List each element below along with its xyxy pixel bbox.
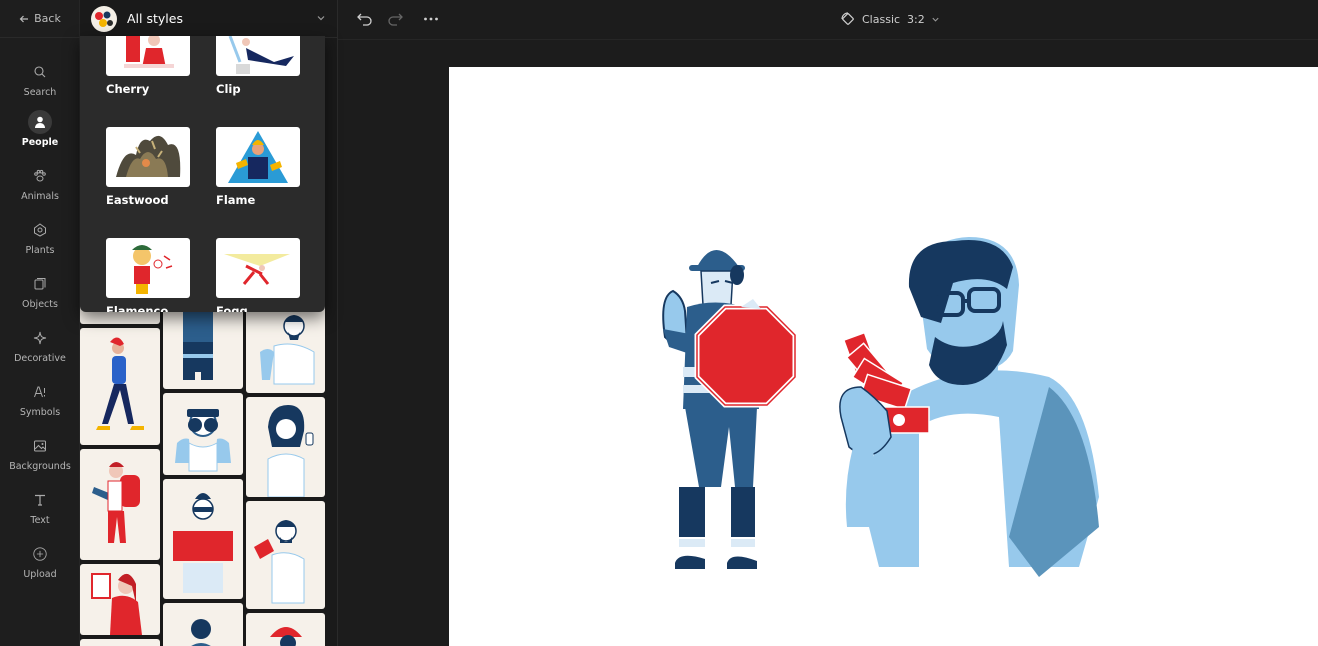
- style-preview: [216, 238, 300, 298]
- rail-item-label: Text: [30, 515, 50, 526]
- rail-item-backgrounds[interactable]: Backgrounds: [0, 434, 80, 486]
- style-avatar-icon: [91, 5, 117, 32]
- illustration-thumbnail[interactable]: [246, 300, 325, 393]
- style-dropdown: Cherry Clip Eastwood Flame Flamenco Fogg: [80, 36, 325, 312]
- rail-item-decorative[interactable]: Decorative: [0, 326, 80, 378]
- search-icon: [28, 60, 52, 84]
- rail-item-label: Plants: [25, 245, 55, 256]
- paw-icon: [28, 164, 52, 188]
- rail-item-search[interactable]: Search: [0, 60, 80, 112]
- illustration-thumbnail[interactable]: [80, 328, 160, 445]
- back-label: Back: [34, 12, 61, 25]
- rail-item-plants[interactable]: Plants: [0, 218, 80, 270]
- style-option-label: Clip: [216, 82, 241, 96]
- undo-icon: [357, 13, 372, 26]
- style-selector-label: All styles: [127, 11, 183, 26]
- rail-item-label: Symbols: [19, 407, 61, 418]
- person-icon: [28, 110, 52, 134]
- style-option-flame[interactable]: Flame: [216, 127, 300, 207]
- rail-item-objects[interactable]: Objects: [0, 272, 80, 324]
- app-window: Back Search People Animals Plants Object…: [0, 0, 1318, 646]
- illustration-thumbnail[interactable]: [163, 603, 243, 646]
- rotate-ratio-icon: [841, 12, 854, 25]
- style-option-fogg[interactable]: Fogg: [216, 238, 300, 312]
- rail-item-animals[interactable]: Animals: [0, 164, 80, 216]
- style-preview: [216, 36, 300, 76]
- arrow-left-icon: [19, 15, 29, 22]
- objects-icon: [28, 272, 52, 296]
- redo-button[interactable]: [386, 10, 404, 28]
- aspect-ratio-selector[interactable]: Classic 3:2: [840, 10, 940, 28]
- style-preview: [106, 127, 190, 187]
- upload-icon: [28, 542, 52, 566]
- canvas-area: [338, 40, 1318, 646]
- top-toolbar: Classic 3:2: [338, 0, 1318, 40]
- rail-item-text[interactable]: Text: [0, 488, 80, 540]
- aspect-ratio-label: Classic 3:2: [862, 12, 925, 26]
- undo-button[interactable]: [356, 10, 374, 28]
- redo-icon: [388, 13, 403, 26]
- style-option-eastwood[interactable]: Eastwood: [106, 127, 190, 207]
- rail-item-upload[interactable]: Upload: [0, 542, 80, 594]
- rail-item-label: Upload: [23, 569, 57, 580]
- sparkle-icon: [28, 326, 52, 350]
- symbols-icon: [28, 380, 52, 404]
- illustration-thumbnail[interactable]: [246, 613, 325, 646]
- man-figure: [839, 237, 1099, 577]
- style-preview: [216, 127, 300, 187]
- style-option-cherry[interactable]: Cherry: [106, 36, 190, 96]
- illustration-thumbnail[interactable]: [163, 393, 243, 475]
- style-preview: [106, 36, 190, 76]
- style-option-flamenco[interactable]: Flamenco: [106, 238, 190, 312]
- rail-item-label: Animals: [21, 191, 59, 202]
- more-options-button[interactable]: [422, 10, 440, 28]
- illustration-thumbnail[interactable]: [80, 564, 160, 635]
- illustration-thumbnail[interactable]: [80, 449, 160, 560]
- rail-item-label: Objects: [22, 299, 58, 310]
- artboard[interactable]: [449, 67, 1318, 646]
- chevron-down-icon: [317, 16, 325, 21]
- chevron-down-icon: [932, 17, 939, 22]
- style-option-label: Flame: [216, 193, 256, 207]
- style-option-label: Fogg: [216, 304, 248, 312]
- rail-item-label: Decorative: [14, 353, 66, 364]
- rail-item-label: People: [21, 137, 59, 148]
- illustration-thumbnail[interactable]: [163, 479, 243, 599]
- text-icon: [28, 488, 52, 512]
- style-preview: [106, 238, 190, 298]
- illustration-thumbnail[interactable]: [246, 501, 325, 609]
- illustration-thumbnail[interactable]: [80, 639, 160, 646]
- style-option-clip[interactable]: Clip: [216, 36, 300, 96]
- more-horizontal-icon: [424, 17, 438, 21]
- rail-item-symbols[interactable]: Symbols: [0, 380, 80, 432]
- image-icon: [28, 434, 52, 458]
- style-option-label: Cherry: [106, 82, 150, 96]
- left-rail: Back Search People Animals Plants Object…: [0, 0, 80, 646]
- rail-item-label: Backgrounds: [9, 461, 71, 472]
- illustration-artwork: [662, 237, 1099, 577]
- illustration-thumbnail[interactable]: [246, 397, 325, 497]
- rail-item-label: Search: [23, 87, 57, 98]
- back-button[interactable]: Back: [0, 0, 80, 38]
- style-selector[interactable]: All styles: [80, 0, 337, 38]
- rail-item-people[interactable]: People: [0, 110, 80, 162]
- worker-figure: [662, 250, 798, 569]
- illustration-thumbnail[interactable]: [163, 300, 243, 389]
- style-option-label: Flamenco: [106, 304, 169, 312]
- plant-icon: [28, 218, 52, 242]
- style-option-label: Eastwood: [106, 193, 169, 207]
